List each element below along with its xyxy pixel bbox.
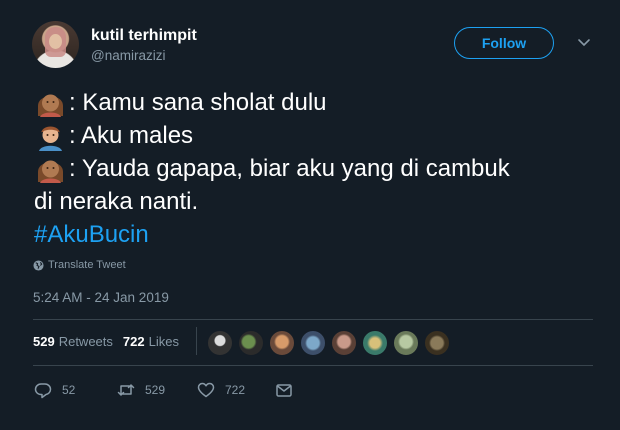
tweet-actions: 52 529 722 — [34, 381, 303, 399]
heart-icon — [197, 382, 215, 398]
retweets-count: 529 — [33, 334, 55, 349]
liker-avatar[interactable] — [393, 330, 419, 356]
tweet-line: : Aku males — [34, 119, 594, 152]
retweet-count: 529 — [145, 383, 166, 397]
likes-count: 722 — [122, 334, 145, 349]
like-count: 722 — [225, 383, 246, 397]
divider — [33, 365, 593, 366]
woman-emoji-icon — [38, 160, 63, 183]
reply-icon — [34, 383, 52, 399]
liker-avatar[interactable] — [269, 330, 295, 356]
globe-icon — [33, 259, 44, 271]
likes-label: Likes — [148, 334, 179, 349]
tweet-line: : Yauda gapapa, biar aku yang di cambuk — [34, 152, 594, 185]
liker-avatar[interactable] — [362, 330, 388, 356]
direct-message-button[interactable] — [275, 381, 303, 399]
chevron-down-icon[interactable] — [577, 38, 591, 48]
follow-button[interactable]: Follow — [454, 27, 554, 59]
liker-avatars — [207, 330, 455, 356]
tweet-text: : Kamu sana sholat dulu : Aku males : Ya… — [34, 86, 594, 251]
timestamp[interactable]: 5:24 AM - 24 Jan 2019 — [33, 290, 169, 305]
woman-emoji-icon — [38, 94, 63, 117]
display-name[interactable]: kutil terhimpit — [91, 27, 197, 45]
liker-avatar[interactable] — [424, 330, 450, 356]
user-handle[interactable]: @namirazizi — [91, 48, 165, 63]
like-button[interactable]: 722 — [197, 381, 275, 399]
stats-separator — [196, 327, 197, 355]
liker-avatar[interactable] — [331, 330, 357, 356]
tweet-card: kutil terhimpit @namirazizi Follow : Kam… — [0, 0, 620, 430]
liker-avatar[interactable] — [207, 330, 233, 356]
man-emoji-icon — [39, 126, 62, 151]
likes-stat[interactable]: 722 Likes — [123, 334, 179, 349]
retweets-stat[interactable]: 529 Retweets — [33, 334, 113, 349]
retweet-icon — [117, 384, 135, 396]
liker-avatar[interactable] — [300, 330, 326, 356]
translate-label: Translate Tweet — [48, 259, 126, 271]
reply-button[interactable]: 52 — [34, 381, 117, 399]
tweet-line-continuation: di neraka nanti. — [34, 188, 199, 215]
tweet-stats: 529 Retweets 722 Likes — [33, 334, 189, 349]
tweet-line-text: : Aku males — [69, 122, 194, 149]
divider — [33, 319, 593, 320]
tweet-line-text: : Yauda gapapa, biar aku yang di cambuk — [69, 155, 510, 182]
hashtag-link[interactable]: #AkuBucin — [34, 218, 594, 251]
retweet-button[interactable]: 529 — [117, 381, 197, 399]
retweets-label: Retweets — [58, 334, 113, 349]
translate-tweet-link[interactable]: Translate Tweet — [33, 259, 126, 271]
envelope-icon — [276, 384, 292, 397]
avatar[interactable] — [32, 21, 79, 68]
tweet-line: : Kamu sana sholat dulu — [34, 86, 594, 119]
tweet-line-text: : Kamu sana sholat dulu — [69, 89, 327, 116]
avatar-face — [49, 34, 62, 49]
liker-avatar[interactable] — [238, 330, 264, 356]
reply-count: 52 — [62, 383, 76, 397]
